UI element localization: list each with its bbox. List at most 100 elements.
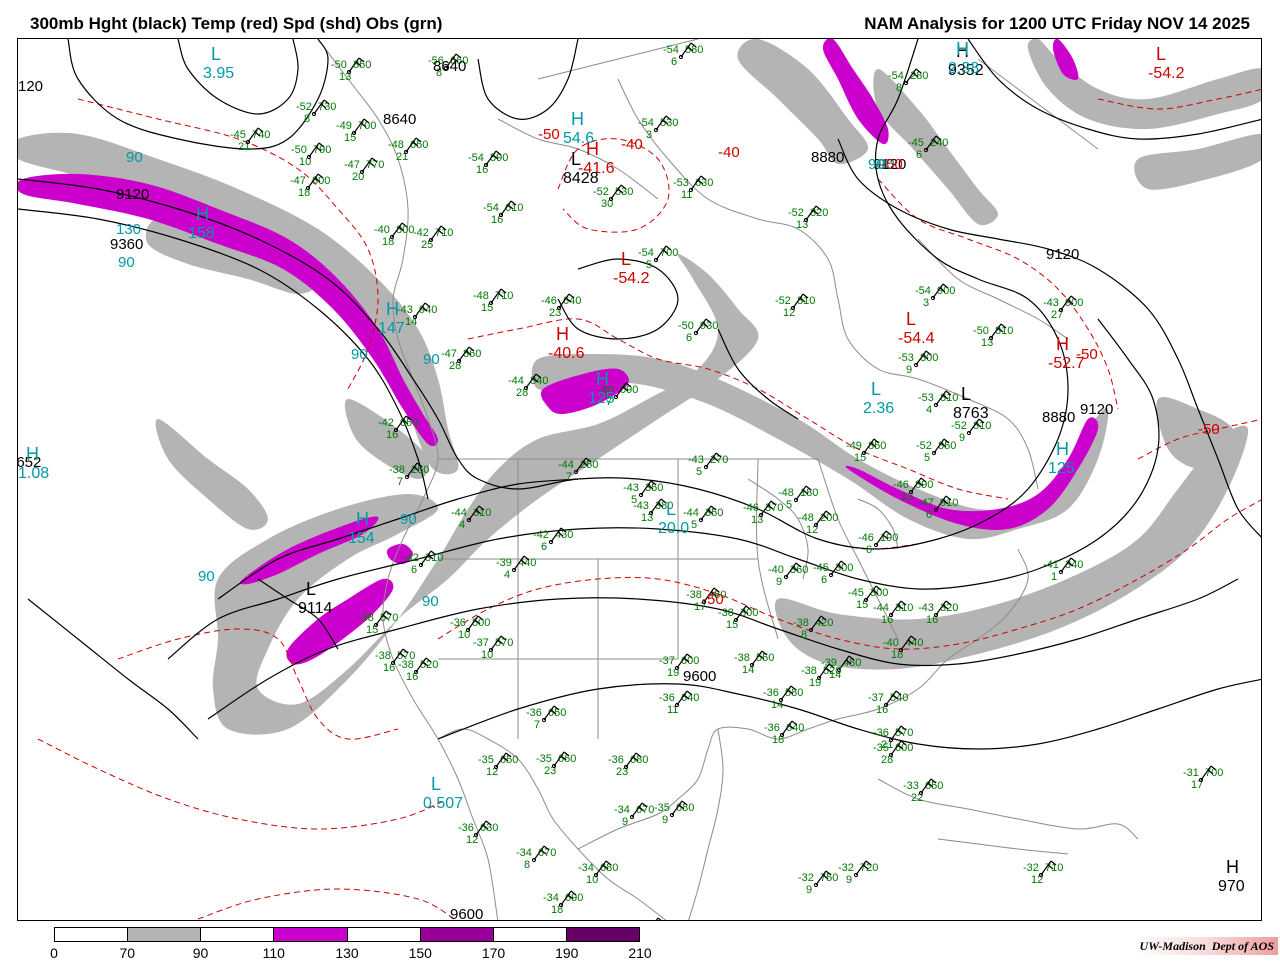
station-dewpoint: 23 (549, 307, 561, 319)
legend-tick: 150 (408, 945, 432, 961)
pressure-center: H2.38 (948, 39, 979, 77)
station-temp: -52 (788, 207, 804, 219)
contour-label: 8880 (811, 149, 844, 166)
center-value: 147 (378, 320, 405, 337)
pressure-center: L-54.4 (898, 309, 935, 347)
station-temp: -40 (768, 564, 784, 576)
contour-label: -50 (881, 156, 903, 173)
station-dewpoint: 11 (681, 189, 692, 201)
legend-tick: 70 (119, 945, 136, 961)
speed-band-70-90 (155, 419, 268, 530)
station-temp: -50 (973, 325, 989, 337)
legend-tick: 90 (192, 945, 209, 961)
center-value: 154 (348, 530, 375, 547)
station-dewpoint: 6 (541, 541, 547, 553)
station-plot: -40 80018 (374, 222, 414, 248)
station-plot: -34 69018 (543, 890, 583, 916)
station-dewpoint: 23 (616, 766, 628, 778)
station-temp: -43 (688, 454, 704, 466)
legend-swatch (420, 928, 494, 941)
station-plot: -46 37013 (743, 500, 783, 526)
legend-tick: 130 (335, 945, 359, 961)
station-plot: -33 65022 (903, 778, 943, 804)
center-value: 2.36 (863, 400, 894, 417)
station-dewpoint: 27 (1051, 309, 1063, 321)
speed-band-70-90 (1134, 133, 1261, 190)
center-letter: L (961, 384, 971, 404)
station-plot: -46 1906 (858, 530, 898, 556)
station-plot: -35 66023 (536, 751, 576, 777)
station-temp: -46 (541, 295, 557, 307)
station-dewpoint: 20 (352, 171, 364, 183)
station-dewpoint: 4 (504, 569, 510, 581)
station-dewpoint: 13 (339, 71, 351, 83)
station-temp: -52 (916, 440, 932, 452)
legend-swatch (201, 928, 275, 941)
station-plot: -54 5806 (663, 42, 703, 68)
analysis-time-title: NAM Analysis for 1200 UTC Friday NOV 14 … (864, 14, 1250, 33)
station-dewpoint: 13 (751, 514, 763, 526)
station-temp: -54 (663, 44, 679, 56)
station-dewpoint: 16 (386, 429, 398, 441)
station-plot: -35 6809 (654, 800, 694, 826)
station-temp: -38 (734, 652, 750, 664)
station-temp: -36 (608, 754, 624, 766)
station-plot: -54 61016 (483, 200, 523, 226)
station-temp: -37 (659, 655, 675, 667)
center-value: 8428 (563, 170, 599, 187)
station-temp: -52 (593, 186, 609, 198)
pressure-center: L3.95 (203, 44, 234, 82)
station-temp: -54 (638, 247, 654, 259)
station-temp: -42 (378, 417, 394, 429)
station-temp: -45 (848, 587, 864, 599)
station-temp: -37 (868, 692, 884, 704)
station-plot: -34 710 (630, 917, 670, 920)
station-dewpoint: 15 (344, 132, 356, 144)
center-letter: H (956, 39, 969, 59)
temperature-contour (37, 738, 449, 830)
height-contour (177, 39, 299, 115)
speed-band-70-90 (1156, 396, 1236, 470)
station-dewpoint: 14 (771, 699, 783, 711)
legend-swatch (493, 928, 567, 941)
station-dewpoint: 10 (586, 874, 598, 886)
legend-tick: 210 (628, 945, 652, 961)
center-letter: H (26, 444, 39, 464)
station-plot: -36 68023 (608, 752, 648, 778)
station-temp: -40 (883, 637, 899, 649)
station-dewpoint: 9 (806, 884, 812, 896)
station-temp: -32 (798, 872, 814, 884)
station-plot: -32 7509 (798, 870, 838, 896)
contour-label: -50 (538, 126, 560, 143)
station-temp: -42 (403, 552, 419, 564)
station-dewpoint: 21 (396, 151, 408, 163)
station-plot: -50 9306 (678, 318, 718, 344)
station-temp: -36 (873, 727, 889, 739)
legend-tick: 0 (50, 945, 58, 961)
station-dewpoint: 18 (772, 734, 784, 746)
station-dewpoint: 6 (686, 332, 692, 344)
center-letter: L (431, 774, 441, 794)
station-temp: -52 (775, 295, 791, 307)
station-plot: -49 70015 (336, 118, 376, 144)
station-temp: -49 (846, 440, 862, 452)
map-panel: -50 850 13 -56 660 8 -52 730 8 -49 700 15 -45 740 21 -4… (17, 38, 1262, 921)
station-plot: -38 30015 (718, 605, 758, 631)
center-value: -54.2 (613, 270, 650, 287)
legend-swatch (274, 928, 348, 941)
station-dewpoint: 30 (601, 198, 613, 210)
station-dewpoint: 7 (534, 719, 540, 731)
station-dewpoint: 5 (691, 519, 697, 531)
station-dewpoint: 18 (382, 236, 394, 248)
legend-tick: 190 (555, 945, 579, 961)
station-temp: -34 (578, 862, 594, 874)
station-temp: -44 (873, 602, 889, 614)
station-plot: -47 77020 (344, 157, 384, 183)
station-dewpoint: 16 (876, 704, 888, 716)
station-dewpoint: 8 (896, 82, 902, 94)
pressure-center: H970 (1218, 857, 1245, 895)
station-temp: -32 (838, 862, 854, 874)
station-dewpoint: 15 (854, 452, 866, 464)
station-temp: -54 (888, 70, 904, 82)
station-dewpoint: 9 (959, 432, 965, 444)
